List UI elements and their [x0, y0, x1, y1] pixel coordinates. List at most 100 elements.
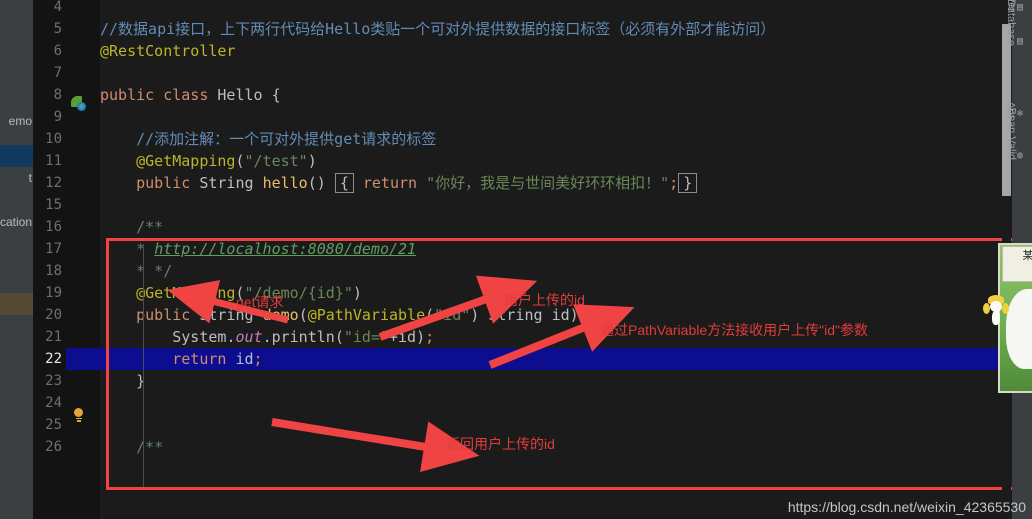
- code-token: @GetMapping: [136, 152, 236, 170]
- line-number[interactable]: 19: [22, 282, 62, 304]
- line-number[interactable]: 21: [22, 326, 62, 348]
- code-token: ): [307, 152, 317, 170]
- code-token: (: [425, 306, 435, 324]
- line-number[interactable]: 18: [22, 260, 62, 282]
- code-token: ;: [253, 350, 263, 368]
- code-token: http://localhost:8080/demo/21: [154, 240, 417, 258]
- code-token: ): [352, 284, 362, 302]
- annotation-get-request: get请求: [236, 294, 284, 310]
- line-number[interactable]: 4: [22, 0, 62, 18]
- code-token: ;: [425, 328, 435, 346]
- annotation-uploaded-id: 用户上传的id: [504, 292, 585, 308]
- line-number[interactable]: 5: [22, 18, 62, 40]
- code-token: "你好，我是与世间美好环环相扣！": [426, 174, 670, 192]
- code-token: return: [172, 350, 227, 368]
- code-line[interactable]: public class Hello {: [100, 84, 281, 106]
- code-line[interactable]: /**: [100, 216, 163, 238]
- line-number[interactable]: 12: [22, 172, 62, 194]
- line-number[interactable]: 6: [22, 40, 62, 62]
- annotation-pathvariable: 通过PathVariable方法接收用户上传"id"参数: [600, 322, 868, 338]
- code-line[interactable]: @RestController: [100, 40, 235, 62]
- ant-icon[interactable]: ✻: [1017, 108, 1028, 119]
- spring-bean-icon[interactable]: [71, 96, 86, 111]
- tool-label-database[interactable]: Database: [1005, 0, 1017, 46]
- code-token: (): [307, 174, 326, 192]
- line-number[interactable]: 16: [22, 216, 62, 238]
- code-token: //数据api接口，上下两行代码给Hello类贴一个可对外提供数据的接口标签（必…: [100, 20, 776, 38]
- code-token: public: [100, 86, 155, 104]
- code-line[interactable]: return id;: [100, 348, 263, 370]
- code-token: //添加注解：一个可对外提供get请求的标签: [100, 130, 437, 148]
- line-number[interactable]: 25: [22, 414, 62, 436]
- line-number[interactable]: 22: [22, 348, 62, 370]
- code-token: * */: [100, 262, 173, 280]
- line-number[interactable]: 26: [22, 436, 62, 458]
- code-token: *: [100, 240, 155, 258]
- code-line[interactable]: * http://localhost:8080/demo/21: [100, 238, 416, 260]
- editor-gutter[interactable]: 4 5 6 7 8 9 10 11 12 15 16 17 18 19 20 21 22 23 24 25 26: [33, 0, 143, 519]
- code-token: @RestController: [100, 42, 236, 60]
- code-line[interactable]: public String hello() { return "你好，我是与世间…: [100, 172, 698, 194]
- intention-bulb-icon[interactable]: [73, 408, 84, 422]
- code-token: System: [172, 328, 227, 346]
- line-number[interactable]: 7: [22, 62, 62, 84]
- code-line[interactable]: @GetMapping("/test"): [100, 150, 317, 172]
- code-token: ;: [669, 174, 679, 192]
- watermark-url: https://blog.csdn.net/weixin_42365530: [787, 499, 1026, 515]
- code-line[interactable]: /**: [100, 436, 163, 458]
- line-number[interactable]: 11: [22, 150, 62, 172]
- code-editor[interactable]: //数据api接口，上下两行代码给Hello类贴一个可对外提供数据的接口标签（必…: [100, 0, 1012, 519]
- line-number[interactable]: 15: [22, 194, 62, 216]
- code-token: {: [262, 86, 281, 104]
- code-token: }: [100, 372, 146, 390]
- code-line[interactable]: }: [100, 370, 145, 392]
- indent-guide: [143, 244, 144, 490]
- code-token: public: [136, 174, 191, 192]
- code-token: println: [271, 328, 335, 346]
- code-line[interactable]: System.out.println("id="+id);: [100, 326, 434, 348]
- code-line[interactable]: @GetMapping("/demo/{id}"): [100, 282, 362, 304]
- code-token: Hello: [217, 86, 263, 104]
- line-number[interactable]: 8: [22, 84, 62, 106]
- annotation-return-id: 返回用户上传的id: [446, 436, 555, 452]
- code-token: "id=": [343, 328, 389, 346]
- code-token: (: [334, 328, 344, 346]
- ide-window: emo t cation 4 5 6 7 8 9 10 11 12 15 16 17 18 19 20 21 2…: [0, 0, 1032, 519]
- line-number[interactable]: 24: [22, 392, 62, 414]
- code-token: +: [389, 328, 399, 346]
- code-token: ): [470, 306, 480, 324]
- code-line[interactable]: //添加注解：一个可对外提供get请求的标签: [100, 128, 436, 150]
- line-number[interactable]: 10: [22, 128, 62, 150]
- code-token: @PathVariable: [307, 306, 426, 324]
- database-icon[interactable]: ▤: [1017, 36, 1028, 47]
- code-token: return: [362, 174, 418, 192]
- code-line[interactable]: //数据api接口，上下两行代码给Hello类贴一个可对外提供数据的接口标签（必…: [100, 18, 775, 40]
- bean-validation-icon[interactable]: ◍: [1017, 150, 1028, 161]
- line-number[interactable]: 9: [22, 106, 62, 128]
- code-token: public: [136, 306, 191, 324]
- tool-label-bean[interactable]: Bean Valid: [1005, 108, 1017, 160]
- line-number[interactable]: 17: [22, 238, 62, 260]
- code-token: "id": [434, 306, 471, 324]
- code-line[interactable]: * */: [100, 260, 172, 282]
- code-token: String: [199, 174, 254, 192]
- code-token: @GetMapping: [136, 284, 236, 302]
- server-icon[interactable]: ▤: [1017, 2, 1028, 13]
- matched-brace: }: [678, 173, 698, 193]
- code-token: /**: [100, 438, 164, 456]
- mascot-decoration: 某: [980, 243, 1032, 398]
- line-number[interactable]: 23: [22, 370, 62, 392]
- line-number[interactable]: 20: [22, 304, 62, 326]
